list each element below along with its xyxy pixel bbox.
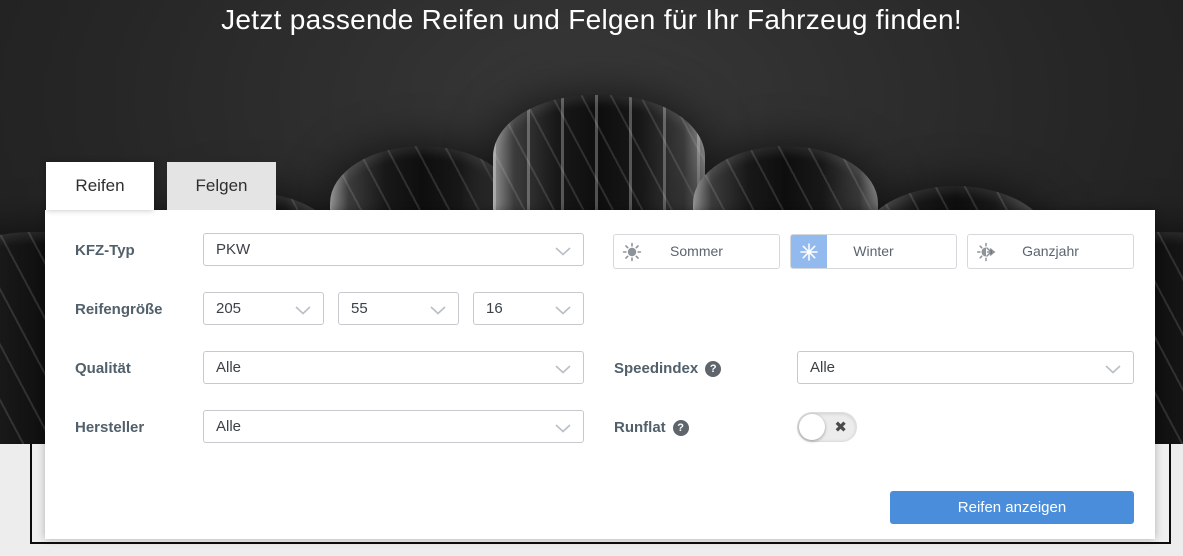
runflat-label: Runflat — [614, 419, 666, 436]
tire-width-select[interactable]: 205 — [203, 292, 324, 325]
sun-snowflake-icon — [968, 235, 1004, 268]
reifengroesse-label: Reifengröße — [75, 292, 163, 327]
tire-diameter-select[interactable]: 16 — [473, 292, 584, 325]
qualitaet-label: Qualität — [75, 351, 131, 386]
kfz-typ-select[interactable]: PKW — [203, 233, 584, 266]
season-ganzjahr-button[interactable]: Ganzjahr — [967, 234, 1134, 269]
snowflake-icon — [791, 235, 827, 268]
kfz-typ-label: KFZ-Typ — [75, 233, 135, 268]
kfz-typ-value: PKW — [216, 241, 250, 258]
tire-width-value: 205 — [216, 300, 241, 317]
speedindex-select[interactable]: Alle — [797, 351, 1134, 384]
speedindex-label-group: Speedindex ? — [614, 351, 721, 386]
hersteller-select[interactable]: Alle — [203, 410, 584, 443]
runflat-label-group: Runflat ? — [614, 410, 689, 445]
tab-reifen[interactable]: Reifen — [46, 162, 154, 210]
qualitaet-select[interactable]: Alle — [203, 351, 584, 384]
tire-ratio-select[interactable]: 55 — [338, 292, 459, 325]
season-winter-button[interactable]: Winter — [790, 234, 957, 269]
reifen-anzeigen-button[interactable]: Reifen anzeigen — [890, 491, 1134, 524]
chevron-down-icon — [1105, 365, 1121, 374]
tire-diameter-value: 16 — [486, 300, 503, 317]
chevron-down-icon — [430, 306, 446, 315]
chevron-down-icon — [295, 306, 311, 315]
question-icon[interactable]: ? — [705, 361, 721, 377]
question-icon[interactable]: ? — [673, 420, 689, 436]
chevron-down-icon — [555, 306, 571, 315]
season-sommer-button[interactable]: Sommer — [613, 234, 780, 269]
season-button-group: Sommer Winter — [613, 234, 1134, 269]
sun-icon — [614, 235, 650, 268]
chevron-down-icon — [555, 247, 571, 256]
chevron-down-icon — [555, 424, 571, 433]
qualitaet-value: Alle — [216, 359, 241, 376]
tab-felgen[interactable]: Felgen — [167, 162, 276, 210]
search-form-panel: KFZ-Typ PKW Sommer — [45, 210, 1155, 539]
toggle-knob — [799, 414, 825, 440]
speedindex-value: Alle — [810, 359, 835, 376]
tire-ratio-value: 55 — [351, 300, 368, 317]
runflat-toggle[interactable]: ✖ — [797, 412, 857, 442]
hersteller-value: Alle — [216, 418, 241, 435]
cross-icon: ✖ — [834, 418, 847, 436]
page-title: Jetzt passende Reifen und Felgen für Ihr… — [0, 4, 1183, 36]
hersteller-label: Hersteller — [75, 410, 144, 445]
speedindex-label: Speedindex — [614, 360, 698, 377]
chevron-down-icon — [555, 365, 571, 374]
